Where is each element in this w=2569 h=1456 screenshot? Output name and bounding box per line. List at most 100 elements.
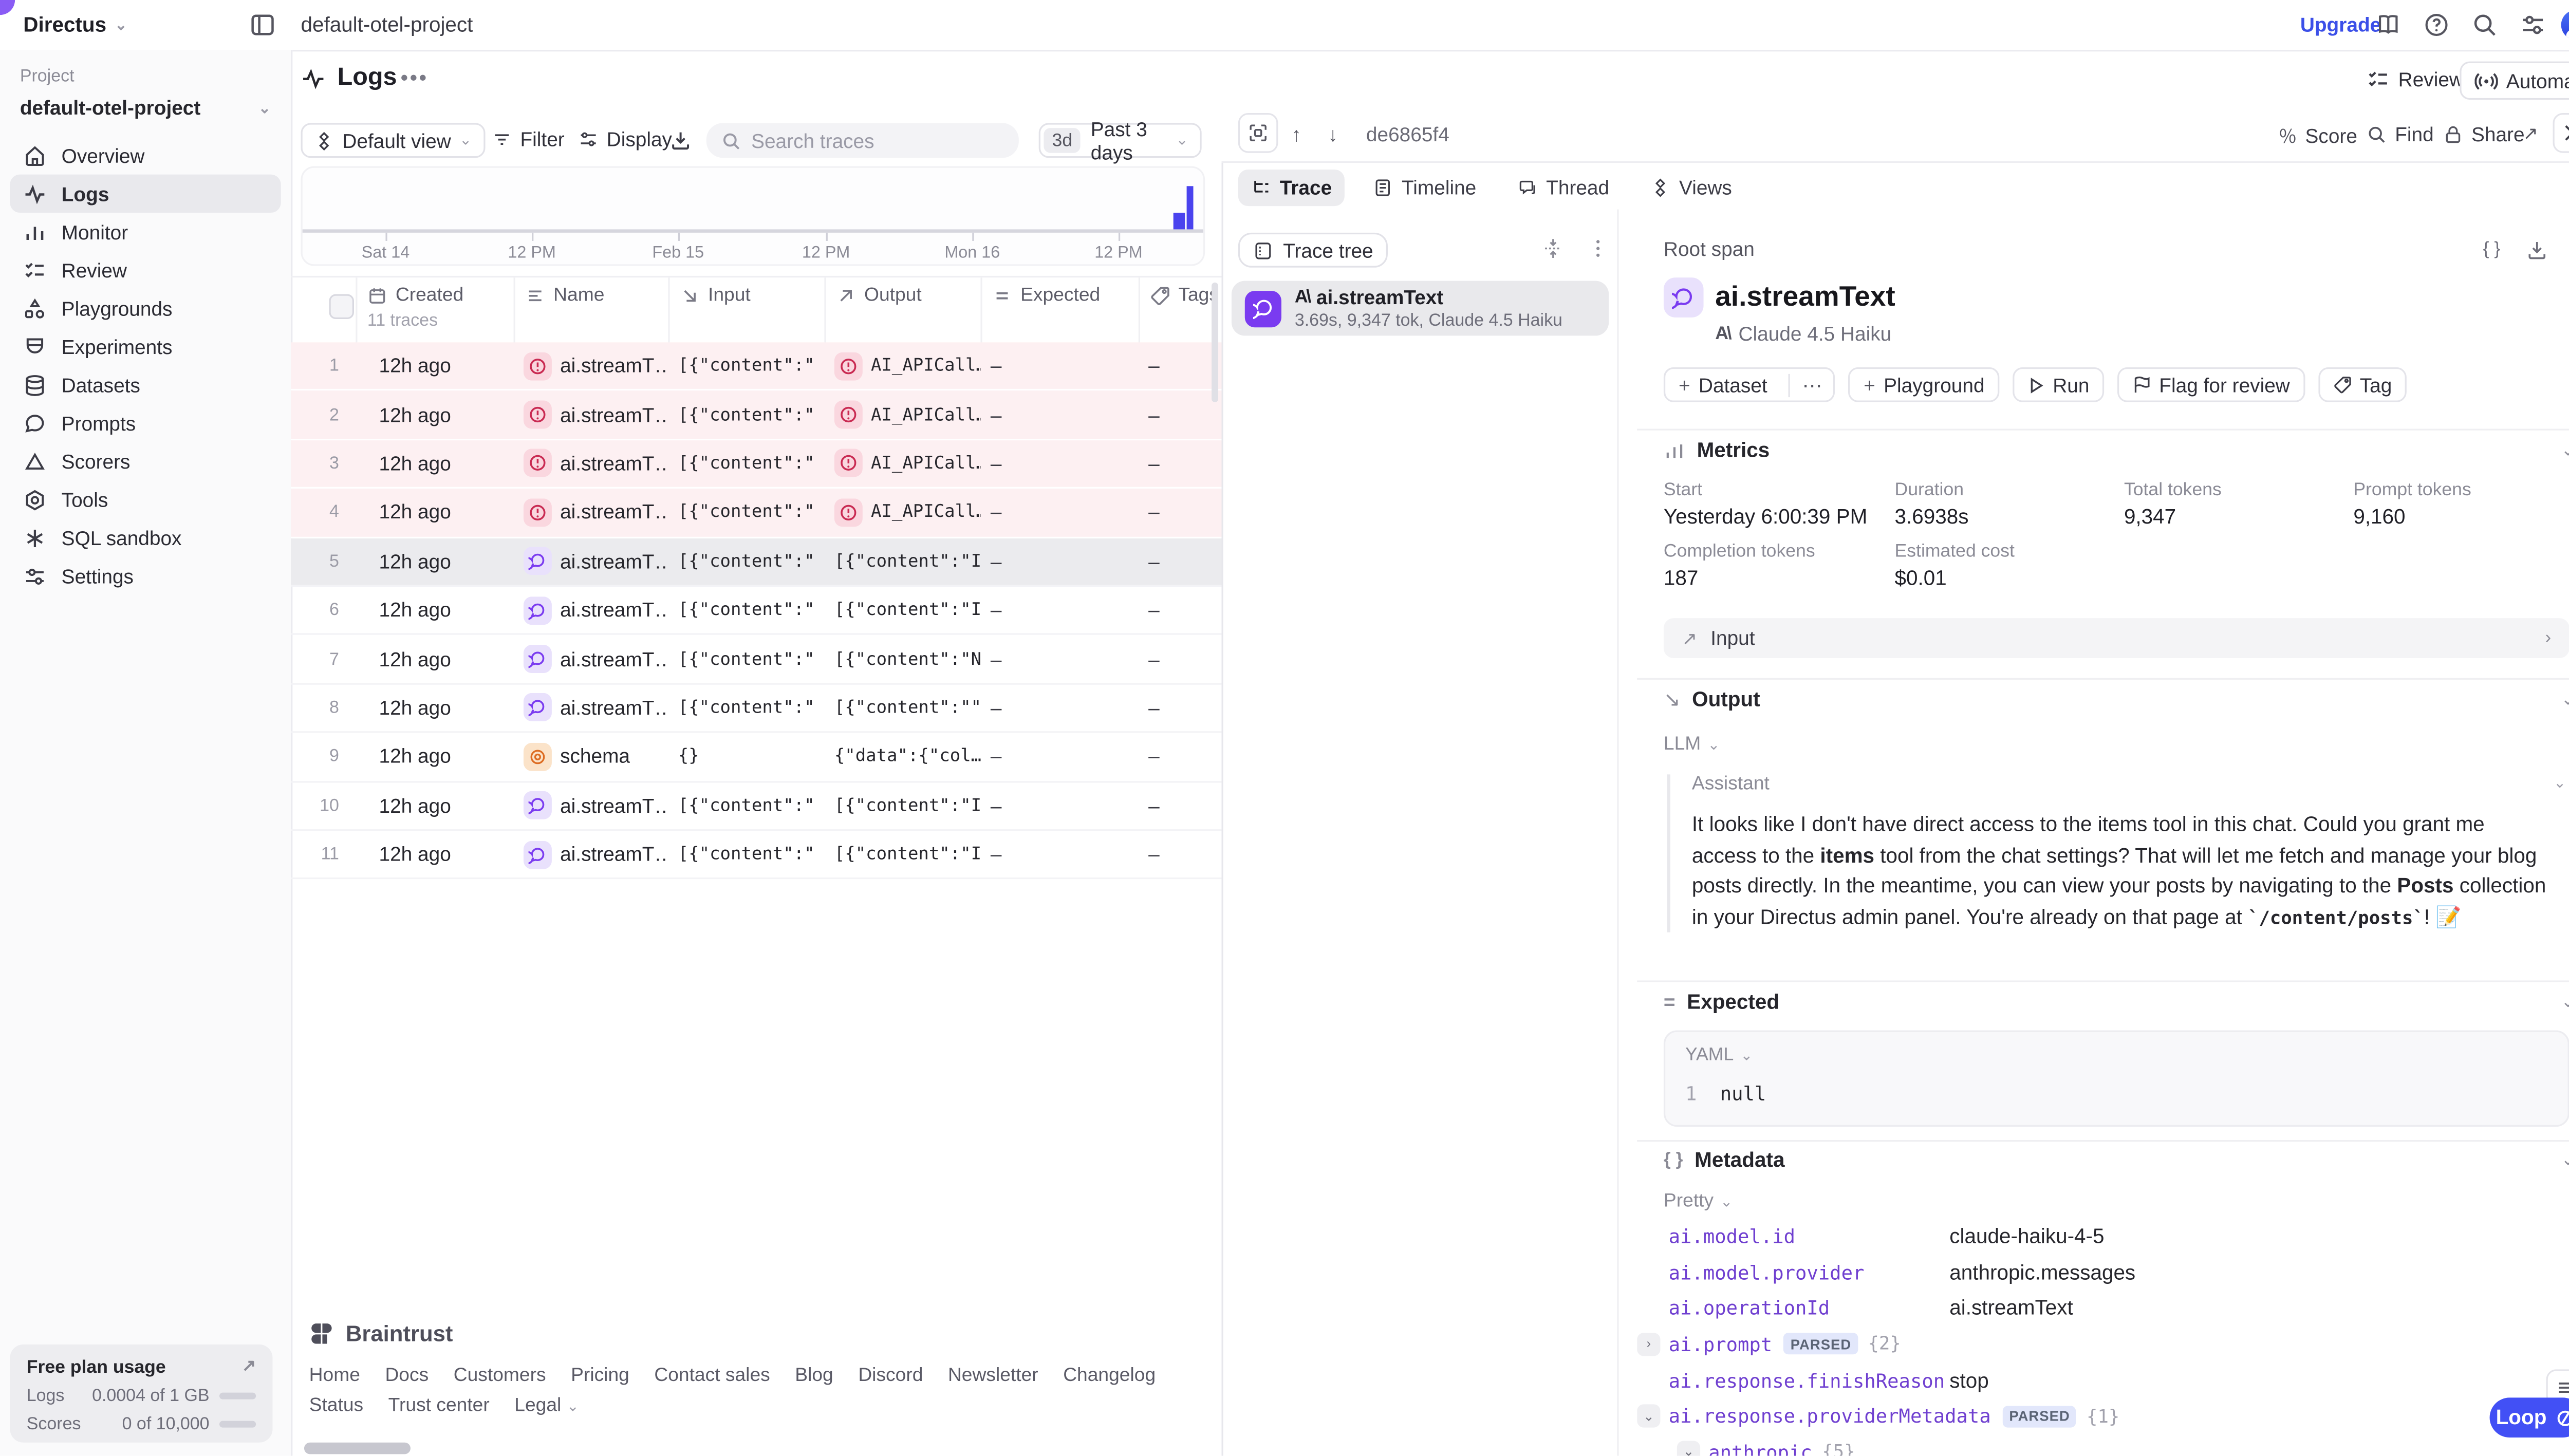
table-row[interactable]: 11 12h ago ai.streamT… [{"content":" … [… bbox=[291, 831, 1221, 880]
display-button[interactable]: Display bbox=[579, 128, 672, 151]
chevron-down-icon[interactable]: ⌄ bbox=[2554, 774, 2566, 794]
metadata-row[interactable]: ai.response.finishReason stop bbox=[1637, 1362, 2569, 1398]
sidebar-item-settings[interactable]: Settings bbox=[10, 557, 281, 595]
docs-icon[interactable] bbox=[2375, 12, 2402, 39]
help-icon[interactable] bbox=[2423, 12, 2450, 39]
filter-button[interactable]: Filter bbox=[492, 128, 564, 151]
tab-views[interactable]: Views bbox=[1637, 170, 1745, 206]
output-mode-select[interactable]: LLM⌄ bbox=[1664, 735, 1720, 755]
sidebar-item-experiments[interactable]: Experiments bbox=[10, 327, 281, 365]
export-icon[interactable] bbox=[670, 129, 692, 151]
add-to-dataset-button[interactable]: +Dataset ⋯ bbox=[1664, 367, 1835, 402]
json-braces-icon[interactable]: { } bbox=[2483, 239, 2501, 261]
metadata-row[interactable]: ai.model.provider anthropic.messages bbox=[1637, 1254, 2569, 1290]
org-switcher[interactable]: Directus ⌄ bbox=[23, 13, 127, 36]
tab-timeline[interactable]: Timeline bbox=[1360, 170, 1490, 206]
sidebar-item-overview[interactable]: Overview bbox=[10, 136, 281, 174]
column-header-tags[interactable]: Tags bbox=[1139, 277, 1222, 344]
open-external-icon[interactable]: ↗ bbox=[2523, 123, 2538, 144]
settings-sliders-icon[interactable] bbox=[2520, 12, 2546, 39]
trace-tree-toggle[interactable]: Trace tree bbox=[1238, 233, 1388, 268]
share-button[interactable]: Share bbox=[2443, 123, 2525, 146]
review-button[interactable]: Review bbox=[2367, 63, 2464, 97]
search-icon[interactable] bbox=[2471, 12, 2498, 39]
metadata-section-header[interactable]: { } Metadata bbox=[1664, 1148, 1785, 1171]
chevron-down-icon[interactable]: ⌄ bbox=[2561, 692, 2569, 710]
chart-bar[interactable] bbox=[1187, 186, 1193, 229]
sidebar-item-playgrounds[interactable]: Playgrounds bbox=[10, 289, 281, 327]
horizontal-scrollbar-thumb[interactable] bbox=[304, 1443, 411, 1454]
sidebar-item-sql-sandbox[interactable]: SQL sandbox bbox=[10, 518, 281, 556]
expand-chevron-down-icon[interactable]: ⌄ bbox=[1637, 1405, 1660, 1428]
metrics-section-header[interactable]: Metrics bbox=[1664, 439, 1770, 462]
score-button[interactable]: ％ Score bbox=[2279, 123, 2357, 150]
sidebar-item-logs[interactable]: Logs bbox=[10, 175, 281, 213]
footer-link-docs[interactable]: Docs bbox=[385, 1366, 429, 1386]
upgrade-link[interactable]: Upgrade bbox=[2300, 13, 2381, 36]
expand-panel-button[interactable] bbox=[1238, 113, 1278, 153]
footer-link-trust-center[interactable]: Trust center bbox=[388, 1396, 490, 1416]
column-header-expected[interactable]: Expected bbox=[980, 277, 1138, 344]
view-selector-button[interactable]: Default view⌄ bbox=[301, 123, 485, 158]
collapse-all-icon[interactable] bbox=[1542, 238, 1564, 259]
input-section-collapsed[interactable]: ↗ Input › bbox=[1664, 618, 2569, 658]
sidebar-item-prompts[interactable]: Prompts bbox=[10, 404, 281, 442]
metadata-row[interactable]: ›ai.prompt PARSED {2} bbox=[1637, 1326, 2569, 1362]
sidebar-item-tools[interactable]: Tools bbox=[10, 480, 281, 518]
expand-chevron-down-icon[interactable]: ⌄ bbox=[1677, 1441, 1700, 1455]
chevron-down-icon[interactable]: ⌄ bbox=[2561, 994, 2569, 1012]
metadata-view-select[interactable]: Pretty⌄ bbox=[1664, 1191, 1733, 1211]
find-button[interactable]: Find bbox=[2367, 123, 2434, 146]
table-scrollbar-thumb[interactable] bbox=[1212, 283, 1218, 402]
table-row[interactable]: 5 12h ago ai.streamT… [{"content":" … [{… bbox=[291, 538, 1221, 587]
table-row[interactable]: 7 12h ago ai.streamT… [{"content":" … [{… bbox=[291, 636, 1221, 684]
chart-bar[interactable] bbox=[1174, 213, 1185, 229]
chevron-down-icon[interactable]: ⌄ bbox=[2561, 442, 2569, 460]
footer-link-blog[interactable]: Blog bbox=[795, 1366, 833, 1386]
close-panel-button[interactable] bbox=[2553, 113, 2569, 153]
footer-link-customers[interactable]: Customers bbox=[454, 1366, 546, 1386]
project-selector[interactable]: default-otel-project ⌄ bbox=[20, 97, 271, 120]
column-header-output[interactable]: Output bbox=[824, 277, 980, 344]
flag-for-review-button[interactable]: Flag for review bbox=[2117, 367, 2305, 402]
download-icon[interactable] bbox=[2527, 239, 2548, 261]
table-row[interactable]: 6 12h ago ai.streamT… [{"content":" … [{… bbox=[291, 587, 1221, 636]
run-button[interactable]: Run bbox=[2013, 367, 2105, 402]
prev-trace-icon[interactable]: ↑ bbox=[1291, 123, 1301, 146]
metadata-row[interactable]: ⌄anthropic {5} bbox=[1637, 1434, 2569, 1456]
metadata-row[interactable]: ⌄ai.response.providerMetadata PARSED {1} bbox=[1637, 1398, 2569, 1434]
select-all-cell[interactable] bbox=[291, 277, 356, 344]
trace-volume-chart[interactable]: Sat 14 12 PM Feb 15 12 PM Mon 16 12 PM bbox=[301, 166, 1205, 266]
loop-button[interactable]: Loop bbox=[2490, 1397, 2569, 1438]
dataset-more-icon[interactable]: ⋯ bbox=[1789, 373, 1834, 396]
usage-card[interactable]: Free plan usage↗ Logs0.0004 of 1 GB Scor… bbox=[10, 1345, 272, 1443]
metadata-row[interactable]: ai.model.id claude-haiku-4-5 bbox=[1637, 1218, 2569, 1254]
sidebar-item-monitor[interactable]: Monitor bbox=[10, 213, 281, 251]
page-menu-icon[interactable]: ••• bbox=[401, 65, 429, 90]
footer-link-changelog[interactable]: Changelog bbox=[1063, 1366, 1156, 1386]
kebab-menu-icon[interactable] bbox=[1587, 238, 1609, 259]
column-header-name[interactable]: Name bbox=[514, 277, 668, 344]
tag-button[interactable]: Tag bbox=[2318, 367, 2407, 402]
table-row[interactable]: 2 12h ago ai.streamT… [{"content":" … AI… bbox=[291, 391, 1221, 440]
sidebar-item-scorers[interactable]: Scorers bbox=[10, 442, 281, 480]
chevron-down-icon[interactable]: ⌄ bbox=[2561, 1152, 2569, 1170]
table-row[interactable]: 1 12h ago ai.streamT… [{"content":" … AI… bbox=[291, 342, 1221, 391]
tab-thread[interactable]: Thread bbox=[1504, 170, 1623, 206]
footer-link-discord[interactable]: Discord bbox=[858, 1366, 923, 1386]
sidebar-item-review[interactable]: Review bbox=[10, 251, 281, 289]
expected-code-box[interactable]: YAML⌄ 1 null bbox=[1664, 1031, 2569, 1127]
expected-section-header[interactable]: = Expected bbox=[1664, 991, 1779, 1014]
table-row[interactable]: 3 12h ago ai.streamT… [{"content":" … AI… bbox=[291, 440, 1221, 489]
table-row[interactable]: 10 12h ago ai.streamT… [{"content":" … [… bbox=[291, 782, 1221, 831]
select-all-checkbox[interactable] bbox=[329, 294, 354, 320]
footer-link-home[interactable]: Home bbox=[309, 1366, 360, 1386]
table-row[interactable]: 4 12h ago ai.streamT… [{"content":" … AI… bbox=[291, 489, 1221, 538]
next-trace-icon[interactable]: ↓ bbox=[1328, 123, 1338, 146]
table-row[interactable]: 8 12h ago ai.streamT… [{"content":" … [{… bbox=[291, 684, 1221, 733]
footer-link-status[interactable]: Status bbox=[309, 1396, 363, 1416]
metadata-row[interactable]: ai.operationId ai.streamText bbox=[1637, 1290, 2569, 1326]
add-to-playground-button[interactable]: +Playground bbox=[1849, 367, 1999, 402]
automations-button[interactable]: Automations bbox=[2460, 62, 2569, 100]
table-row[interactable]: 9 12h ago schema {} {"data":{"col… – – bbox=[291, 733, 1221, 782]
